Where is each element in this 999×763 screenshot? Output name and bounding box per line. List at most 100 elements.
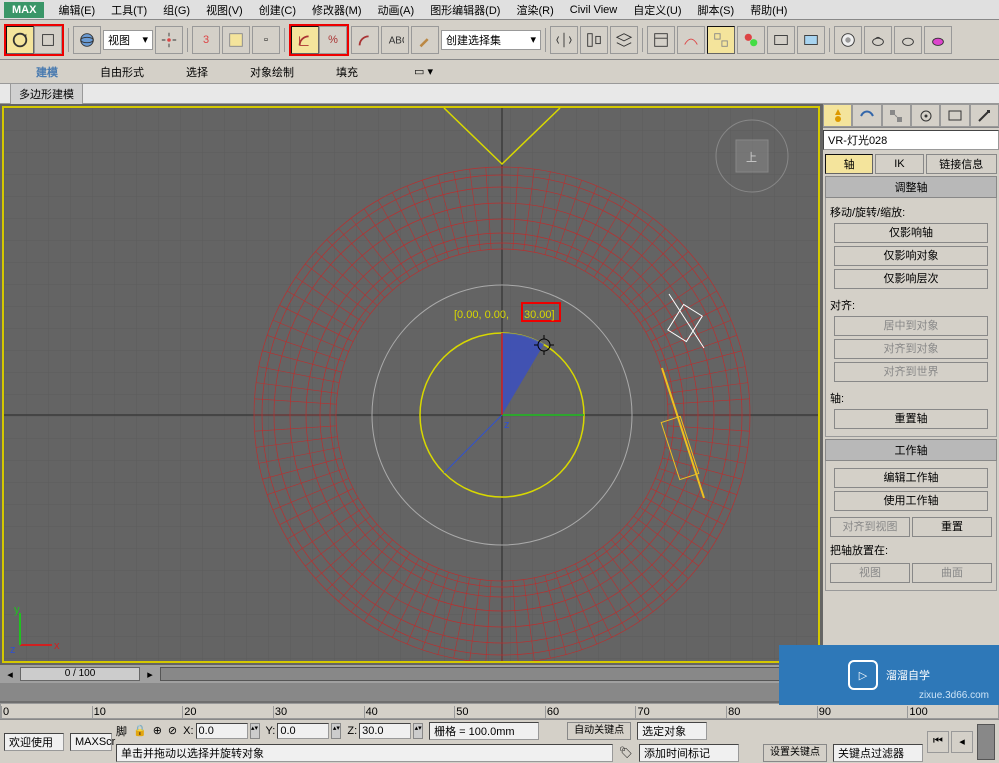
time-tick: 30 — [273, 706, 364, 718]
render-setup-icon[interactable] — [767, 26, 795, 54]
quick-render-icon[interactable] — [924, 26, 952, 54]
named-selection-dropdown[interactable]: 创建选择集 ▾ — [441, 30, 541, 50]
menu-script[interactable]: 脚本(S) — [690, 0, 743, 20]
isolate-icon[interactable]: ⊘ — [168, 724, 177, 737]
align-to-view-button[interactable]: 对齐到视图 — [830, 517, 910, 537]
ribbon-tab-objpaint[interactable]: 对象绘制 — [244, 60, 300, 84]
schematic-view-icon[interactable] — [707, 26, 735, 54]
render-frame-icon[interactable] — [797, 26, 825, 54]
rollup-working-header[interactable]: 工作轴 — [825, 439, 997, 461]
coord-y-input[interactable] — [277, 723, 329, 739]
coord-x-spinner[interactable]: ▴▾ — [250, 723, 260, 739]
layers-icon[interactable] — [610, 26, 638, 54]
ribbon-subtab-polymodel[interactable]: 多边形建模 — [10, 83, 83, 105]
key-icon[interactable]: ⊕ — [153, 724, 162, 737]
ribbon-tab-selection[interactable]: 选择 — [180, 60, 214, 84]
mode-pivot-button[interactable]: 轴 — [825, 154, 873, 174]
affect-hierarchy-button[interactable]: 仅影响层次 — [834, 269, 988, 289]
cmd-tab-hierarchy-icon[interactable] — [882, 104, 911, 127]
menu-group[interactable]: 组(G) — [155, 0, 198, 20]
menu-graph[interactable]: 图形编辑器(D) — [422, 0, 508, 20]
place-view-button[interactable]: 视图 — [830, 563, 910, 583]
cmd-tab-motion-icon[interactable] — [911, 104, 940, 127]
rollup-adjust-header[interactable]: 调整轴 — [825, 176, 997, 198]
menu-civil[interactable]: Civil View — [562, 2, 625, 18]
coord-y-spinner[interactable]: ▴▾ — [331, 723, 341, 739]
brush-icon[interactable] — [411, 26, 439, 54]
reset-working-button[interactable]: 重置 — [912, 517, 992, 537]
menu-view[interactable]: 视图(V) — [198, 0, 251, 20]
mode-ik-button[interactable]: IK — [875, 154, 923, 174]
use-working-button[interactable]: 使用工作轴 — [834, 491, 988, 511]
align-icon[interactable] — [580, 26, 608, 54]
menu-tools[interactable]: 工具(T) — [103, 0, 155, 20]
menu-render[interactable]: 渲染(R) — [508, 0, 561, 20]
menu-animate[interactable]: 动画(A) — [370, 0, 423, 20]
globe-icon[interactable] — [73, 26, 101, 54]
menu-help[interactable]: 帮助(H) — [742, 0, 795, 20]
cmd-tab-display-icon[interactable] — [940, 104, 969, 127]
auto-key-button[interactable]: 自动关键点 — [567, 722, 631, 740]
mirror-icon[interactable] — [550, 26, 578, 54]
cmd-tab-create-icon[interactable] — [823, 104, 852, 127]
ribbon-tab-populate[interactable]: 填充 — [330, 60, 364, 84]
timeline-prev-icon[interactable]: ◂ — [0, 668, 20, 681]
spinner-snap-icon[interactable] — [351, 26, 379, 54]
cmd-tab-utilities-icon[interactable] — [970, 104, 999, 127]
percent-snap-icon[interactable]: % — [319, 26, 347, 54]
coord-z-spinner[interactable]: ▴▾ — [413, 723, 423, 739]
angle-snap-icon[interactable] — [291, 26, 319, 54]
prev-frame-icon[interactable]: ◂ — [951, 731, 973, 753]
pivot-center-icon[interactable] — [155, 26, 183, 54]
ribbon-tab-modeling[interactable]: 建模 — [30, 60, 64, 84]
edit-working-button[interactable]: 编辑工作轴 — [834, 468, 988, 488]
coord-system-dropdown[interactable]: 视图 ▾ — [103, 30, 153, 50]
menu-edit[interactable]: 编辑(E) — [50, 0, 103, 20]
key-filters-button[interactable]: 关键点过滤器 — [833, 744, 923, 762]
key-mode-toggle-icon[interactable] — [977, 724, 995, 760]
affect-pivot-button[interactable]: 仅影响轴 — [834, 223, 988, 243]
teapot-render-icon[interactable] — [864, 26, 892, 54]
time-ruler: 0 10 20 30 40 50 60 70 80 90 100 — [0, 703, 999, 719]
menu-create[interactable]: 创建(C) — [251, 0, 304, 20]
maxscript-label[interactable]: MAXScr — [70, 733, 112, 751]
add-time-tag[interactable]: 添加时间标记 — [639, 744, 739, 762]
align-to-object-button[interactable]: 对齐到对象 — [834, 339, 988, 359]
edit-named-sel-icon[interactable]: ABC — [381, 26, 409, 54]
coord-x-input[interactable] — [196, 723, 248, 739]
menu-modifier[interactable]: 修改器(M) — [304, 0, 370, 20]
coord-z-input[interactable] — [359, 723, 411, 739]
menu-custom[interactable]: 自定义(U) — [625, 0, 689, 20]
center-to-object-button[interactable]: 居中到对象 — [834, 316, 988, 336]
curve-editor-icon[interactable] — [677, 26, 705, 54]
max-tab[interactable]: MAX — [4, 2, 44, 18]
ribbon-tab-freeform[interactable]: 自由形式 — [94, 60, 150, 84]
snap-25d-icon[interactable] — [222, 26, 250, 54]
lock-icon[interactable]: 🔒 — [133, 724, 147, 737]
time-tag-icon[interactable]: 🏷 — [619, 746, 633, 759]
render-prod-icon[interactable] — [834, 26, 862, 54]
align-to-world-button[interactable]: 对齐到世界 — [834, 362, 988, 382]
reset-axis-button[interactable]: 重置轴 — [834, 409, 988, 429]
teapot-online-icon[interactable] — [894, 26, 922, 54]
snap-2d-icon[interactable]: ▫ — [252, 26, 280, 54]
ribbon-expand-icon[interactable]: ▭ ▾ — [414, 65, 433, 78]
mode-linkinfo-button[interactable]: 链接信息 — [926, 154, 997, 174]
scale-tool-icon[interactable] — [34, 26, 62, 54]
script-icon[interactable]: 脚 — [116, 723, 127, 739]
rotate-tool-icon[interactable] — [6, 26, 34, 54]
affect-object-button[interactable]: 仅影响对象 — [834, 246, 988, 266]
set-key-button[interactable]: 设置关键点 — [763, 744, 827, 762]
cmd-tab-modify-icon[interactable] — [852, 104, 881, 127]
object-name-field[interactable] — [823, 130, 999, 150]
layer-explorer-icon[interactable] — [647, 26, 675, 54]
time-slider[interactable]: 0 / 100 — [20, 667, 140, 681]
selected-obj-dropdown[interactable]: 选定对象 — [637, 722, 707, 740]
snap-3d-icon[interactable]: 3 — [192, 26, 220, 54]
place-surface-button[interactable]: 曲面 — [912, 563, 992, 583]
viewport[interactable]: [+] [顶] [线框] — [0, 104, 822, 665]
goto-start-icon[interactable]: ⏮ — [927, 731, 949, 753]
timeline-next-icon[interactable]: ▸ — [140, 668, 160, 681]
material-editor-icon[interactable] — [737, 26, 765, 54]
svg-text:x: x — [54, 640, 60, 652]
